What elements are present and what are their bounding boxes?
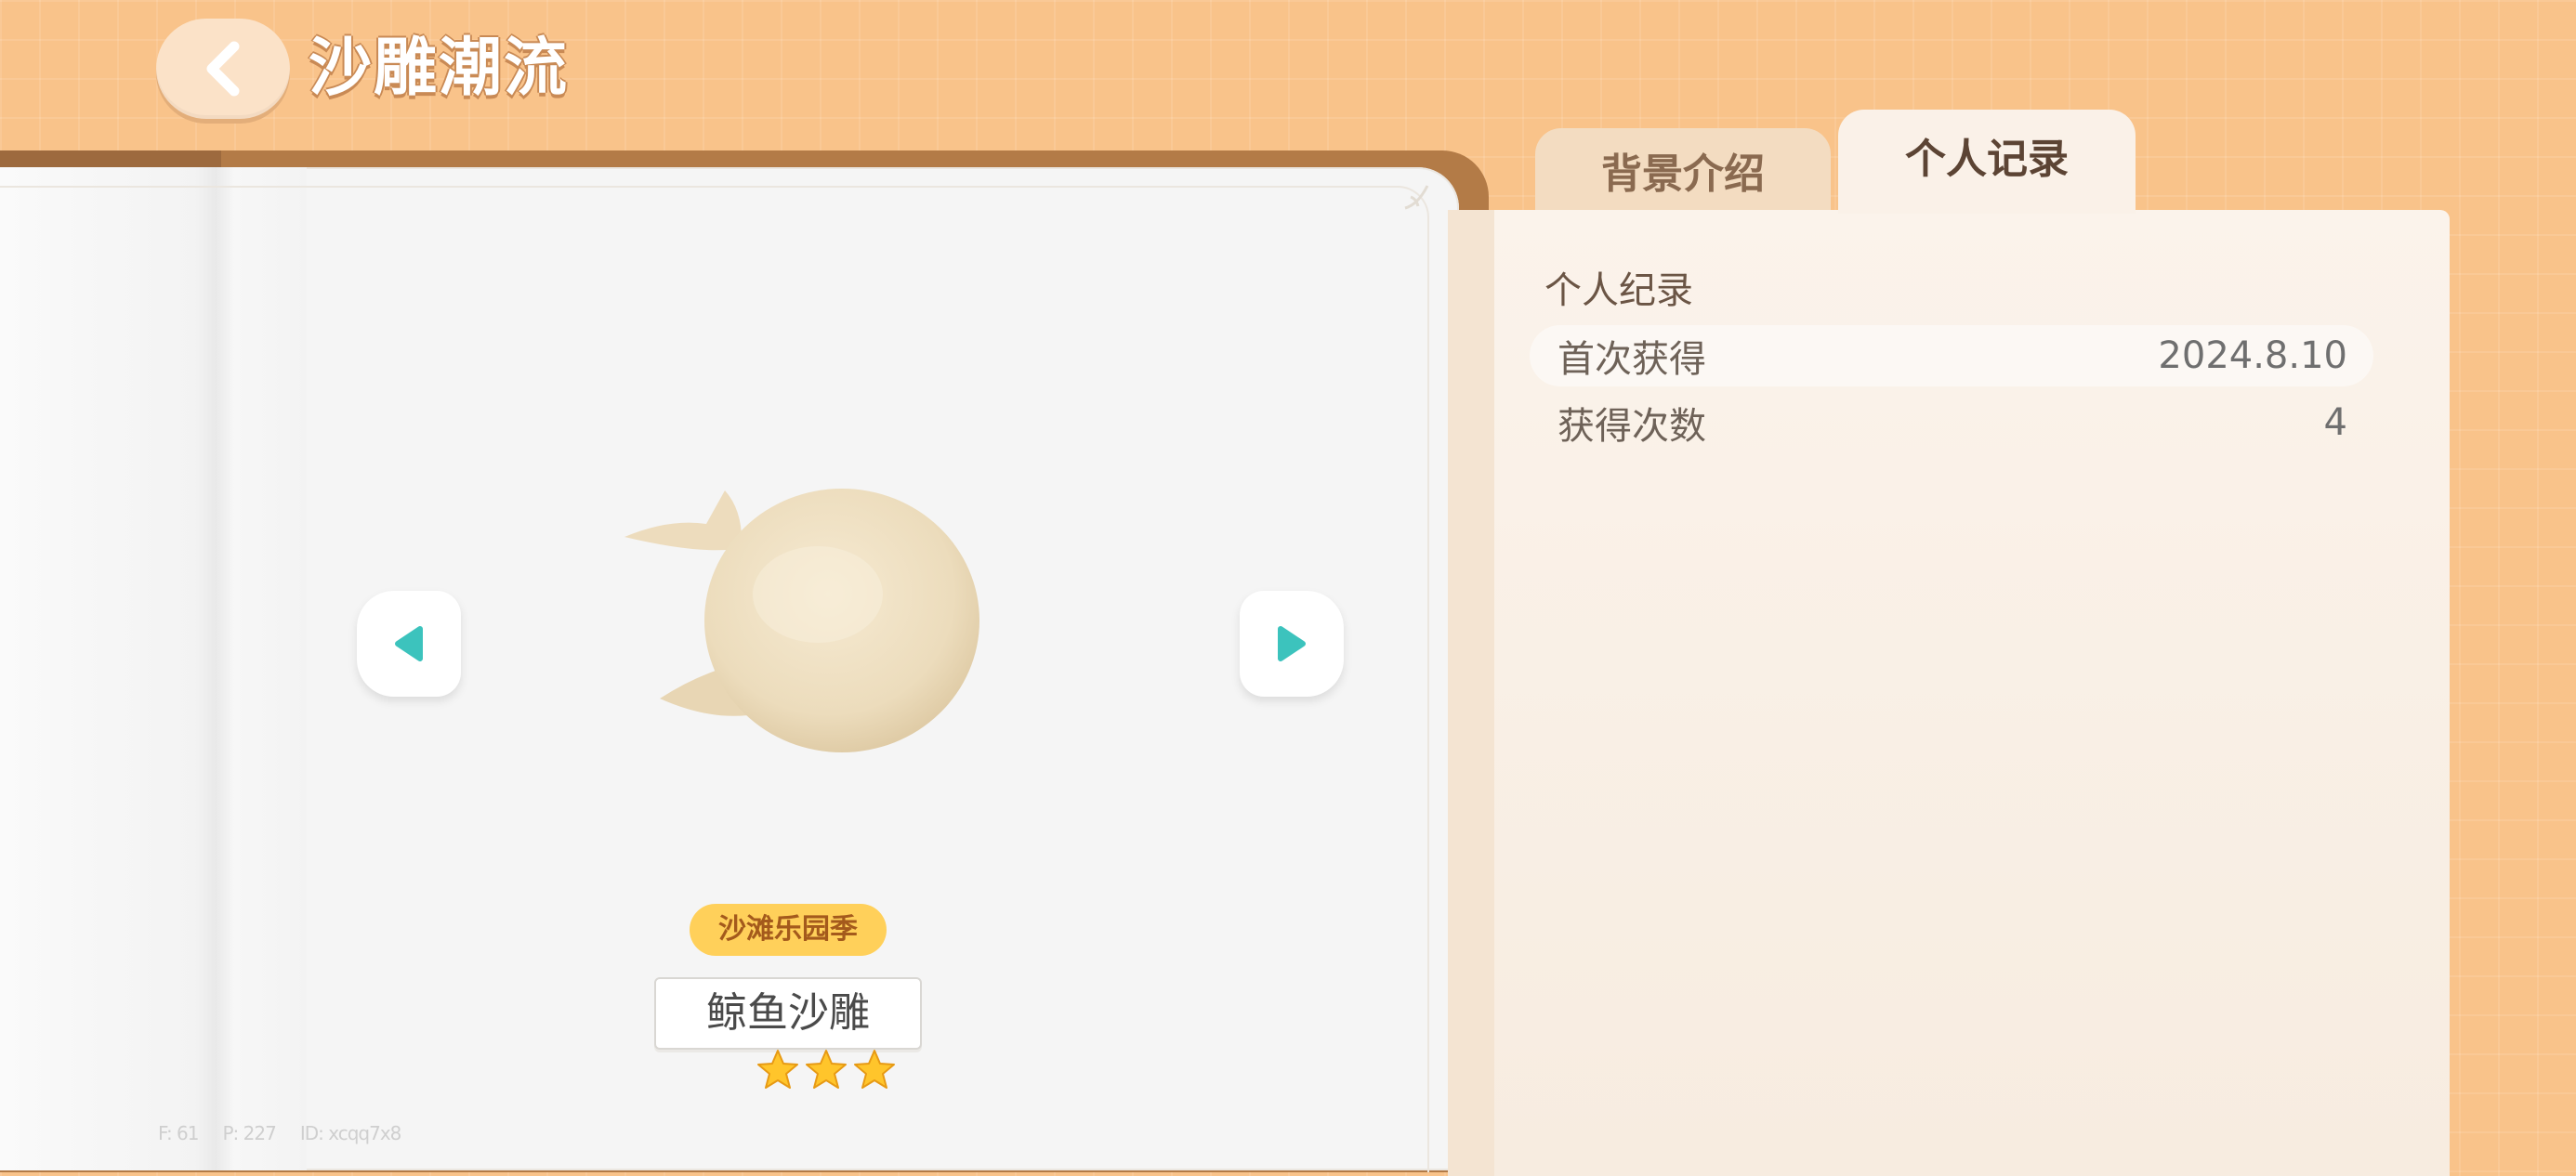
debug-ping: P: 227 <box>222 1122 277 1144</box>
panel-edge <box>1448 210 1494 1176</box>
section-title: 个人纪录 <box>1544 269 1693 312</box>
back-button[interactable] <box>156 19 290 119</box>
debug-info: F: 61 P: 227 ID: xcqq7x8 <box>158 1122 401 1144</box>
star-icon <box>854 1050 895 1089</box>
triangle-right-icon <box>1278 626 1306 661</box>
tab-personal-record[interactable]: 个人记录 <box>1838 110 2136 214</box>
chevron-left-icon <box>206 41 240 97</box>
item-name: 鲸鱼沙雕 <box>654 977 922 1050</box>
record-label: 首次获得 <box>1557 338 1706 381</box>
record-value: 2024.8.10 <box>2158 334 2347 377</box>
page-title: 沙雕潮流 <box>309 32 570 105</box>
book-spine <box>0 167 307 1170</box>
star-icon <box>757 1050 798 1089</box>
rarity-stars <box>756 1048 896 1091</box>
book-spine-band <box>0 150 221 169</box>
whale-sand-sculpture-image <box>624 489 979 752</box>
next-item-button[interactable] <box>1240 591 1344 697</box>
record-value: 4 <box>2323 401 2347 444</box>
season-tag: 沙滩乐园季 <box>690 904 887 956</box>
page-corner-ornament-icon <box>1404 185 1429 210</box>
record-row-first-obtained: 首次获得 2024.8.10 <box>1530 325 2373 386</box>
triangle-left-icon <box>395 626 423 661</box>
record-label: 获得次数 <box>1557 405 1706 448</box>
tab-background-intro[interactable]: 背景介绍 <box>1535 128 1831 212</box>
previous-item-button[interactable] <box>357 591 461 697</box>
star-icon <box>806 1050 847 1089</box>
debug-id: ID: xcqq7x8 <box>299 1122 402 1144</box>
record-row-obtain-count: 获得次数 4 <box>1530 392 2373 453</box>
debug-frame: F: 61 <box>158 1122 199 1144</box>
